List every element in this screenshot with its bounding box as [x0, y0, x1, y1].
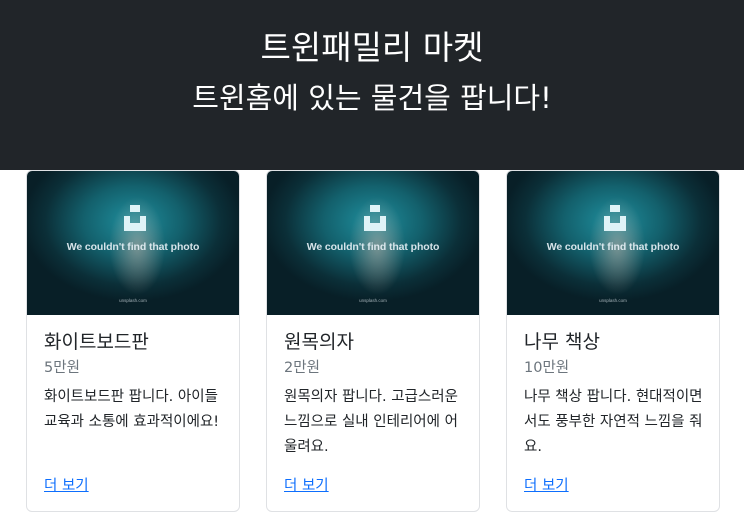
- more-link[interactable]: 더 보기: [524, 476, 569, 496]
- image-placeholder-url: unsplash.com: [599, 298, 627, 303]
- product-description: 나무 책상 팝니다. 현대적이면서도 풍부한 자연적 느낌을 줘요.: [524, 389, 703, 455]
- page-subtitle: 트윈홈에 있는 물건을 팝니다!: [192, 81, 552, 115]
- page-title: 트윈패밀리 마켓: [260, 28, 484, 67]
- product-name: 나무 책상: [524, 331, 600, 353]
- product-card: We couldn't find that photo unsplash.com…: [506, 170, 720, 512]
- product-price: 10만원: [524, 360, 570, 376]
- image-placeholder-url: unsplash.com: [119, 298, 147, 303]
- product-image: We couldn't find that photo unsplash.com: [507, 171, 719, 315]
- unsplash-logo-icon: [364, 205, 386, 231]
- product-card: We couldn't find that photo unsplash.com…: [266, 170, 480, 512]
- product-price: 5만원: [44, 360, 80, 376]
- product-description: 화이트보드판 팝니다. 아이들 교육과 소통에 효과적이에요!: [44, 389, 220, 430]
- more-link[interactable]: 더 보기: [44, 476, 89, 496]
- product-name: 화이트보드판: [44, 331, 149, 353]
- image-placeholder-text: We couldn't find that photo: [546, 241, 680, 253]
- hero-header: 트윈패밀리 마켓 트윈홈에 있는 물건을 팝니다!: [0, 0, 744, 170]
- unsplash-logo-icon: [124, 205, 146, 231]
- product-image: We couldn't find that photo unsplash.com: [27, 171, 239, 315]
- product-card: We couldn't find that photo unsplash.com…: [26, 170, 240, 512]
- more-link[interactable]: 더 보기: [284, 476, 329, 496]
- image-placeholder-text: We couldn't find that photo: [306, 241, 440, 253]
- product-name: 원목의자: [284, 331, 354, 353]
- product-image: We couldn't find that photo unsplash.com: [267, 171, 479, 315]
- image-placeholder-text: We couldn't find that photo: [66, 241, 200, 253]
- product-description: 원목의자 팝니다. 고급스러운 느낌으로 실내 인테리어에 어울려요.: [284, 389, 458, 455]
- product-price: 2만원: [284, 360, 320, 376]
- image-placeholder-url: unsplash.com: [359, 298, 387, 303]
- unsplash-logo-icon: [604, 205, 626, 231]
